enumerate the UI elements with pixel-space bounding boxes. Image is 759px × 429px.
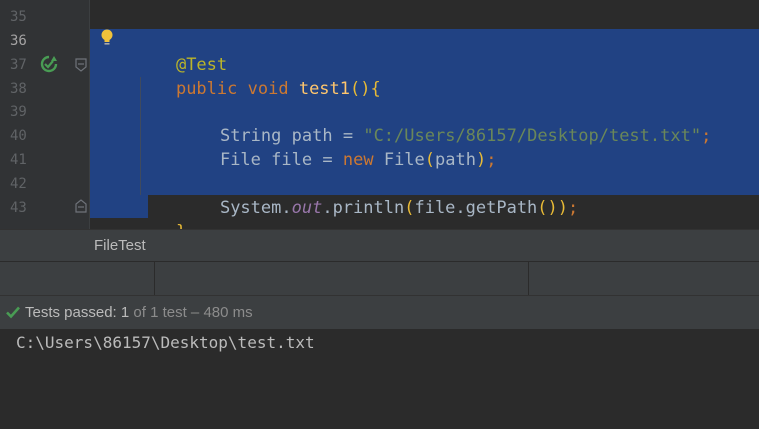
tests-passed-text: Tests passed: 1 of 1 test – 480 ms bbox=[25, 304, 253, 321]
open-paren: ( bbox=[424, 150, 436, 170]
toolbar-divider bbox=[154, 262, 155, 296]
keyword-public: public bbox=[175, 79, 238, 99]
static-field-out: out bbox=[291, 198, 323, 218]
line-number: 43 bbox=[10, 200, 27, 216]
equals: = bbox=[322, 150, 333, 170]
keyword-void: void bbox=[247, 79, 289, 99]
semicolon: ; bbox=[568, 198, 579, 218]
method-call: .println bbox=[322, 198, 405, 218]
run-toolbar bbox=[0, 261, 759, 296]
toolbar-divider bbox=[528, 262, 529, 296]
argument: path bbox=[435, 150, 476, 170]
code-editor[interactable]: 35 36 37 38 39 40 41 42 43 @Test public … bbox=[0, 0, 759, 229]
line-number: 42 bbox=[10, 176, 27, 192]
run-test-icon[interactable] bbox=[40, 55, 60, 73]
parens: () bbox=[350, 79, 371, 99]
argument: file.getPath bbox=[414, 198, 538, 218]
constructor: File bbox=[383, 150, 425, 170]
line-number: 41 bbox=[10, 152, 27, 168]
open-paren: ( bbox=[404, 198, 415, 218]
close-brace: } bbox=[176, 222, 186, 229]
console-line: C:\Users\86157\Desktop\test.txt bbox=[16, 333, 315, 352]
var-name: file bbox=[271, 150, 313, 170]
keyword-new: new bbox=[342, 150, 374, 170]
line-number: 37 bbox=[10, 57, 27, 73]
close-paren: ) bbox=[475, 150, 487, 170]
status-prefix: Tests passed: bbox=[25, 304, 121, 321]
semicolon: ; bbox=[701, 126, 712, 146]
code-line-42[interactable]: System.out.println(file.getPath()); bbox=[179, 172, 578, 229]
inner-parens: () bbox=[537, 198, 558, 218]
check-icon bbox=[6, 306, 20, 319]
console-output[interactable]: C:\Users\86157\Desktop\test.txt bbox=[0, 329, 759, 429]
fold-icon[interactable] bbox=[75, 58, 87, 72]
status-count: 1 bbox=[120, 304, 130, 321]
semicolon: ; bbox=[486, 150, 497, 170]
line-number: 35 bbox=[10, 9, 27, 25]
status-detail: of 1 test – 480 ms bbox=[129, 304, 253, 321]
editor-breadcrumb-bar: FileTest bbox=[0, 229, 759, 262]
line-number: 36 bbox=[10, 33, 27, 49]
type-name: File bbox=[219, 150, 261, 170]
code-line-43[interactable]: } bbox=[135, 196, 186, 229]
fold-icon[interactable] bbox=[75, 199, 87, 213]
file-tab-label[interactable]: FileTest bbox=[94, 237, 146, 254]
lightbulb-icon[interactable] bbox=[100, 29, 114, 47]
close-paren: ) bbox=[557, 198, 569, 218]
test-status-bar: Tests passed: 1 of 1 test – 480 ms bbox=[0, 295, 759, 330]
system-ref: System. bbox=[219, 198, 292, 218]
line-number: 40 bbox=[10, 128, 27, 144]
method-name: test1 bbox=[298, 79, 351, 99]
line-number: 38 bbox=[10, 81, 27, 97]
line-number: 39 bbox=[10, 104, 27, 120]
open-brace: { bbox=[370, 79, 381, 99]
